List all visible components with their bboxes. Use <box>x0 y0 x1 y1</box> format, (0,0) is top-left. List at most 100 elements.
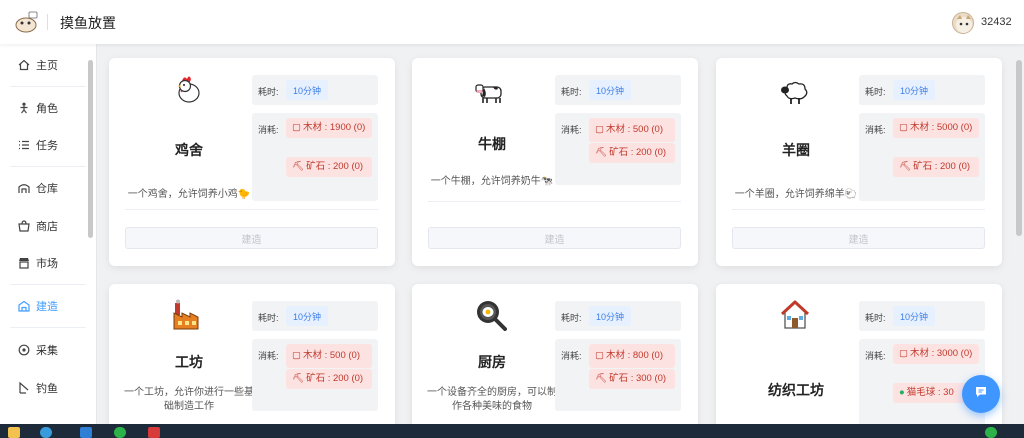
build-time-box: 耗时: 10分钟 <box>252 75 378 105</box>
os-taskbar <box>0 424 1024 438</box>
building-card-sheep: 羊圈 一个羊圈，允许饲养绵羊🐑 耗时: 10分钟 消耗: ▢ 木材 : 5000 … <box>716 58 1002 266</box>
cost-label: 消耗: <box>561 351 582 361</box>
building-name: 鸡舍 <box>175 142 203 158</box>
top-header: 摸鱼放置 32432 <box>0 0 1024 44</box>
cost-text: 木材 : 5000 (0) <box>909 122 973 133</box>
wood-icon: ▢ <box>899 122 908 133</box>
sidebar-item-label: 主页 <box>36 60 58 72</box>
cost-box: 消耗: ▢ 木材 : 500 (0) ⛏ 矿石 : 200 (0) <box>555 113 681 185</box>
build-icon <box>18 300 30 312</box>
sidebar-item-build[interactable]: 建造 <box>0 293 86 319</box>
cost-label: 消耗: <box>865 125 886 135</box>
build-button[interactable]: 建造 <box>428 227 681 249</box>
sidebar-item-label: 市场 <box>36 258 58 270</box>
card-divider <box>732 209 985 210</box>
cost-text: 木材 : 3000 (0) <box>909 348 973 359</box>
building-description: 一个工坊，允许你进行一些基础制造工作 <box>124 387 254 412</box>
building-card-workshop: 工坊 一个工坊，允许你进行一些基础制造工作 耗时: 10分钟 消耗: ▢ 木材 :… <box>109 284 395 434</box>
cost-tag-wood: ▢ 木材 : 3000 (0) <box>893 344 979 364</box>
cost-box: 消耗: ▢ 木材 : 500 (0) ⛏ 矿石 : 200 (0) <box>252 339 378 411</box>
time-tag: 10分钟 <box>286 80 329 100</box>
cost-text: 木材 : 500 (0) <box>605 124 664 135</box>
wood-icon: ▢ <box>595 124 604 135</box>
sidebar-divider <box>10 166 86 167</box>
build-button[interactable]: 建造 <box>125 227 378 249</box>
wood-icon: ▢ <box>292 122 301 133</box>
sidebar-divider <box>10 86 86 87</box>
factory-icon <box>171 298 205 332</box>
time-label: 耗时: <box>561 87 582 97</box>
sidebar-item-label: 钓鱼 <box>36 383 58 395</box>
pickaxe-icon: ⛏ <box>292 161 305 172</box>
card-divider <box>428 201 681 202</box>
cost-tag-ore: ⛏ 矿石 : 300 (0) <box>589 369 675 389</box>
sidebar-item-home[interactable]: 主页 <box>0 52 86 78</box>
cost-text: 猫毛球 : 30 <box>906 387 954 398</box>
sidebar: 主页 角色 任务 仓库 商店 市场 建造 采集 钓鱼 <box>0 44 97 424</box>
cost-tag-wood: ▢ 木材 : 1900 (0) <box>286 118 372 138</box>
edge-browser-icon[interactable] <box>40 427 52 438</box>
building-card-kitchen: 厨房 一个设备齐全的厨房，可以制作各种美味的食物 耗时: 10分钟 消耗: ▢ 木… <box>412 284 698 434</box>
user-avatar[interactable] <box>952 12 974 34</box>
cost-tag-ore: ⛏ 矿石 : 200 (0) <box>286 157 372 177</box>
cost-text: 矿石 : 200 (0) <box>306 161 364 172</box>
time-tag: 10分钟 <box>893 80 936 100</box>
sidebar-item-fishing[interactable]: 钓鱼 <box>0 375 86 401</box>
building-card-chicken: 鸡舍 一个鸡舍，允许饲养小鸡🐤 耗时: 10分钟 消耗: ▢ 木材 : 1900 … <box>109 58 395 266</box>
fishing-icon <box>18 382 30 394</box>
sidebar-item-tasks[interactable]: 任务 <box>0 132 86 158</box>
app-icon[interactable] <box>148 427 160 438</box>
gather-icon <box>18 344 30 356</box>
build-time-box: 耗时: 10分钟 <box>252 301 378 331</box>
sidebar-item-shop[interactable]: 商店 <box>0 213 86 239</box>
tray-icon[interactable] <box>985 427 997 438</box>
cost-label: 消耗: <box>561 125 582 135</box>
sidebar-item-warehouse[interactable]: 仓库 <box>0 175 86 201</box>
pickaxe-icon: ⛏ <box>595 373 608 384</box>
building-name: 羊圈 <box>782 142 810 158</box>
cost-label: 消耗: <box>865 351 886 361</box>
sidebar-item-label: 任务 <box>36 140 58 152</box>
cost-tag-wood: ▢ 木材 : 5000 (0) <box>893 118 979 138</box>
sidebar-item-market[interactable]: 市场 <box>0 250 86 276</box>
vscode-icon[interactable] <box>80 427 92 438</box>
person-icon <box>18 102 30 114</box>
build-time-box: 耗时: 10分钟 <box>859 75 985 105</box>
cost-text: 矿石 : 200 (0) <box>306 373 364 384</box>
wood-icon: ▢ <box>899 348 908 359</box>
main-scrollbar[interactable] <box>1016 60 1022 236</box>
time-tag: 10分钟 <box>589 306 632 326</box>
pickaxe-icon: ⛏ <box>595 147 608 158</box>
app-logo[interactable] <box>14 11 38 33</box>
build-time-box: 耗时: 10分钟 <box>555 301 681 331</box>
cost-label: 消耗: <box>258 351 279 361</box>
sheep-icon <box>778 76 812 110</box>
card-divider <box>125 209 378 210</box>
list-icon <box>18 139 30 151</box>
sidebar-divider <box>10 327 86 328</box>
building-card-cow: 牛棚 一个牛棚，允许饲养奶牛🐄 耗时: 10分钟 消耗: ▢ 木材 : 500 (… <box>412 58 698 266</box>
chat-button[interactable] <box>962 375 1000 413</box>
frying-pan-icon <box>474 298 508 332</box>
chicken-icon <box>171 72 205 106</box>
wechat-icon[interactable] <box>114 427 126 438</box>
building-name: 纺织工坊 <box>768 382 824 398</box>
sidebar-item-character[interactable]: 角色 <box>0 95 86 121</box>
cost-text: 木材 : 500 (0) <box>302 350 361 361</box>
sidebar-item-gather[interactable]: 采集 <box>0 337 86 363</box>
house-icon <box>778 298 812 332</box>
home-icon <box>18 59 30 71</box>
cow-icon <box>474 76 508 110</box>
time-label: 耗时: <box>258 87 279 97</box>
pickaxe-icon: ⛏ <box>292 373 305 384</box>
cost-text: 木材 : 1900 (0) <box>302 122 366 133</box>
sidebar-scrollbar[interactable] <box>88 60 93 238</box>
time-tag: 10分钟 <box>589 80 632 100</box>
shop-icon <box>18 220 30 232</box>
chat-icon <box>974 385 988 404</box>
header-divider <box>47 14 48 30</box>
building-name: 工坊 <box>175 354 203 370</box>
wood-icon: ▢ <box>292 350 301 361</box>
build-button[interactable]: 建造 <box>732 227 985 249</box>
folder-icon[interactable] <box>8 427 20 438</box>
